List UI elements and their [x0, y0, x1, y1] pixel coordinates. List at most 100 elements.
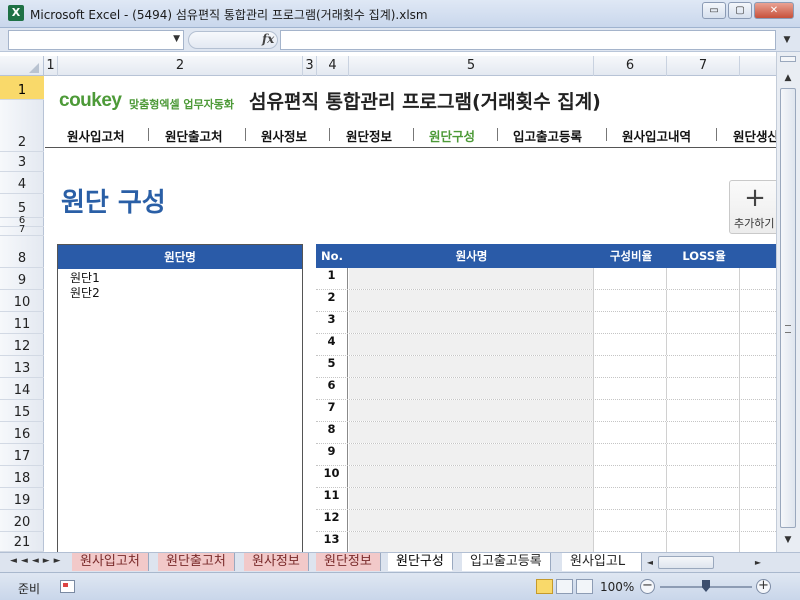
table-row[interactable]: 13 [316, 532, 776, 552]
row-header[interactable]: 4 [0, 172, 44, 194]
yarn-name-cell[interactable] [349, 290, 594, 311]
table-row[interactable]: 5 [316, 356, 776, 378]
loss-cell[interactable] [668, 488, 740, 509]
sheet-nav-icon[interactable]: ◄◄◄►► [10, 556, 65, 566]
split-handle[interactable] [780, 56, 796, 62]
loss-cell[interactable] [668, 400, 740, 421]
menu-item-yarn-suppliers[interactable]: 원사입고처 [67, 126, 125, 145]
column-header[interactable]: 7 [667, 56, 740, 76]
horizontal-scrollbar[interactable]: ◄ ► [644, 555, 776, 570]
row-header[interactable]: 19 [0, 488, 44, 510]
chevron-down-icon[interactable]: ▼ [173, 34, 180, 44]
loss-cell[interactable] [668, 378, 740, 399]
list-item[interactable]: 원단2 [70, 286, 290, 301]
yarn-name-cell[interactable] [349, 510, 594, 531]
scroll-right-icon[interactable]: ► [752, 555, 764, 570]
scroll-down-icon[interactable]: ▼ [780, 532, 796, 548]
table-row[interactable]: 11 [316, 488, 776, 510]
page-break-view-icon[interactable] [576, 579, 593, 594]
row-header[interactable]: 18 [0, 466, 44, 488]
vertical-scrollbar[interactable]: ▲ ▼ [776, 52, 800, 552]
sheet-tab-fabric-info[interactable]: 원단정보 [316, 553, 381, 571]
name-box[interactable]: ▼ [8, 30, 184, 50]
sheet-tab-yarn-info[interactable]: 원사정보 [244, 553, 309, 571]
table-row[interactable]: 1 [316, 268, 776, 290]
yarn-name-cell[interactable] [349, 422, 594, 443]
sheet-tab-fabric-composition[interactable]: 원단구성 [388, 553, 453, 571]
ratio-cell[interactable] [595, 488, 667, 509]
row-header[interactable]: 15 [0, 400, 44, 422]
fabric-list[interactable]: 원단1 원단2 [58, 269, 302, 303]
menu-item-fabric-destinations[interactable]: 원단출고처 [165, 126, 223, 145]
yarn-name-cell[interactable] [349, 400, 594, 421]
menu-item-yarn-info[interactable]: 원사정보 [261, 126, 307, 145]
ratio-cell[interactable] [595, 422, 667, 443]
column-header[interactable]: 6 [594, 56, 667, 76]
loss-cell[interactable] [668, 422, 740, 443]
insert-function-icon[interactable]: fx [262, 32, 274, 46]
column-header[interactable]: 3 [303, 56, 317, 76]
loss-cell[interactable] [668, 268, 740, 289]
table-row[interactable]: 7 [316, 400, 776, 422]
row-header[interactable]: 10 [0, 290, 44, 312]
row-header[interactable]: 14 [0, 378, 44, 400]
zoom-out-icon[interactable]: − [640, 579, 655, 594]
ratio-cell[interactable] [595, 378, 667, 399]
menu-item-fabric-info[interactable]: 원단정보 [346, 126, 392, 145]
macro-record-icon[interactable] [60, 580, 75, 593]
ratio-cell[interactable] [595, 510, 667, 531]
zoom-in-icon[interactable]: + [756, 579, 771, 594]
ratio-cell[interactable] [595, 466, 667, 487]
table-row[interactable]: 3 [316, 312, 776, 334]
select-all-button[interactable] [0, 56, 44, 76]
row-header[interactable]: 16 [0, 422, 44, 444]
formula-input[interactable] [280, 30, 776, 50]
ratio-cell[interactable] [595, 312, 667, 333]
menu-item-inout-register[interactable]: 입고출고등록 [513, 126, 582, 145]
row-header[interactable]: 12 [0, 334, 44, 356]
row-header[interactable]: 3 [0, 152, 44, 172]
row-header[interactable]: 2 [0, 100, 44, 152]
column-header[interactable]: 5 [349, 56, 594, 76]
table-row[interactable]: 6 [316, 378, 776, 400]
zoom-level[interactable]: 100% [600, 580, 634, 594]
minimize-button[interactable]: ▭ [702, 2, 726, 19]
loss-cell[interactable] [668, 356, 740, 377]
ratio-cell[interactable] [595, 532, 667, 552]
column-header[interactable]: 2 [58, 56, 303, 76]
ratio-cell[interactable] [595, 290, 667, 311]
close-button[interactable]: ✕ [754, 2, 794, 19]
scroll-left-icon[interactable]: ◄ [644, 555, 656, 570]
table-row[interactable]: 4 [316, 334, 776, 356]
row-header[interactable]: 17 [0, 444, 44, 466]
list-item[interactable]: 원단1 [70, 271, 290, 286]
yarn-name-cell[interactable] [349, 532, 594, 552]
loss-cell[interactable] [668, 312, 740, 333]
scroll-up-icon[interactable]: ▲ [780, 70, 796, 86]
restore-button[interactable]: ▢ [728, 2, 752, 19]
loss-cell[interactable] [668, 510, 740, 531]
sheet-tab-inout-register[interactable]: 입고출고등록 [462, 553, 551, 571]
sheet-tab-fabric-destinations[interactable]: 원단출고처 [158, 553, 235, 571]
ratio-cell[interactable] [595, 268, 667, 289]
yarn-name-cell[interactable] [349, 334, 594, 355]
yarn-name-cell[interactable] [349, 312, 594, 333]
yarn-name-cell[interactable] [349, 444, 594, 465]
loss-cell[interactable] [668, 290, 740, 311]
horizontal-scroll-thumb[interactable] [658, 556, 714, 569]
vertical-scroll-thumb[interactable] [780, 88, 796, 528]
table-row[interactable]: 9 [316, 444, 776, 466]
page-layout-view-icon[interactable] [556, 579, 573, 594]
loss-cell[interactable] [668, 444, 740, 465]
column-header[interactable]: 4 [317, 56, 349, 76]
table-row[interactable]: 8 [316, 422, 776, 444]
yarn-name-cell[interactable] [349, 488, 594, 509]
row-header[interactable]: 1 [0, 76, 44, 100]
row-header[interactable]: 9 [0, 268, 44, 290]
yarn-name-cell[interactable] [349, 466, 594, 487]
ratio-cell[interactable] [595, 400, 667, 421]
zoom-slider-thumb[interactable] [702, 580, 710, 592]
add-button[interactable]: + 추가하기 [729, 180, 776, 234]
menu-item-fabric-production[interactable]: 원단생산 [733, 126, 776, 145]
menu-item-yarn-receipts[interactable]: 원사입고내역 [622, 126, 691, 145]
